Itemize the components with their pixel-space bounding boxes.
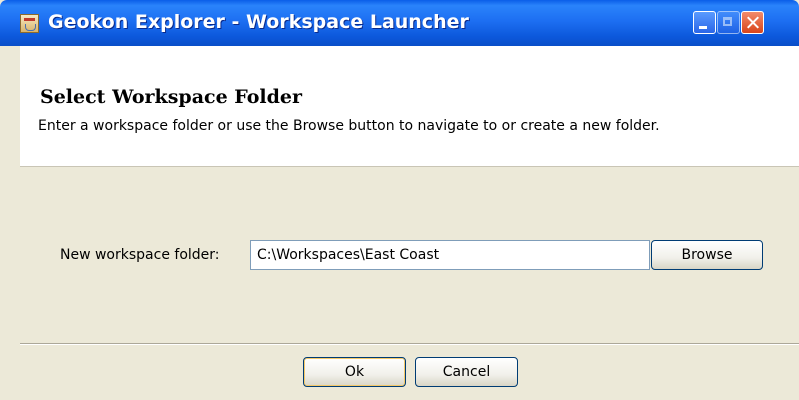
ok-button[interactable]: Ok xyxy=(303,357,406,387)
dialog-heading: Select Workspace Folder xyxy=(40,86,303,108)
workspace-launcher-window: Geokon Explorer - Workspace Launcher Sel… xyxy=(0,0,799,400)
workspace-folder-label: New workspace folder: xyxy=(60,247,220,263)
footer-separator xyxy=(20,343,799,345)
minimize-icon[interactable] xyxy=(693,11,716,34)
title-bar[interactable]: Geokon Explorer - Workspace Launcher xyxy=(0,0,799,46)
dialog-description: Enter a workspace folder or use the Brow… xyxy=(38,118,660,134)
java-app-icon xyxy=(20,14,39,33)
browse-button[interactable]: Browse xyxy=(651,240,763,270)
window-title: Geokon Explorer - Workspace Launcher xyxy=(48,11,469,33)
maximize-icon xyxy=(717,11,740,34)
cancel-button[interactable]: Cancel xyxy=(415,357,518,387)
workspace-folder-input[interactable] xyxy=(250,240,650,270)
dialog-header: Select Workspace Folder Enter a workspac… xyxy=(20,46,799,167)
close-icon[interactable] xyxy=(741,11,764,34)
